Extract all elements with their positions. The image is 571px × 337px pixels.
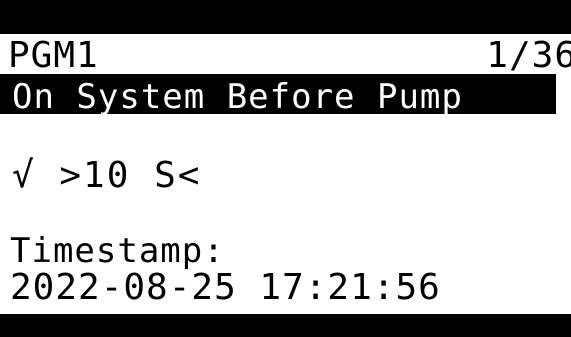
top-border — [0, 0, 571, 34]
timestamp-value: 2022-08-25 17:21:56 — [10, 267, 441, 308]
program-label: PGM1 — [8, 35, 99, 76]
check-icon: √ — [12, 155, 36, 196]
page-indicator: 1/36 — [486, 35, 571, 76]
bottom-border — [0, 314, 571, 337]
lcd-screen: PGM1 1/36 On_System_Before_Pump √ >10 S<… — [0, 0, 571, 337]
status-row: √ >10 S< — [12, 158, 201, 194]
program-name: On_System_Before_Pump — [12, 77, 463, 117]
timestamp-label: Timestamp: — [10, 231, 225, 271]
header-row: PGM1 1/36 — [0, 35, 571, 76]
program-name-row[interactable]: On_System_Before_Pump — [0, 74, 571, 117]
status-value: >10 S< — [59, 155, 202, 196]
